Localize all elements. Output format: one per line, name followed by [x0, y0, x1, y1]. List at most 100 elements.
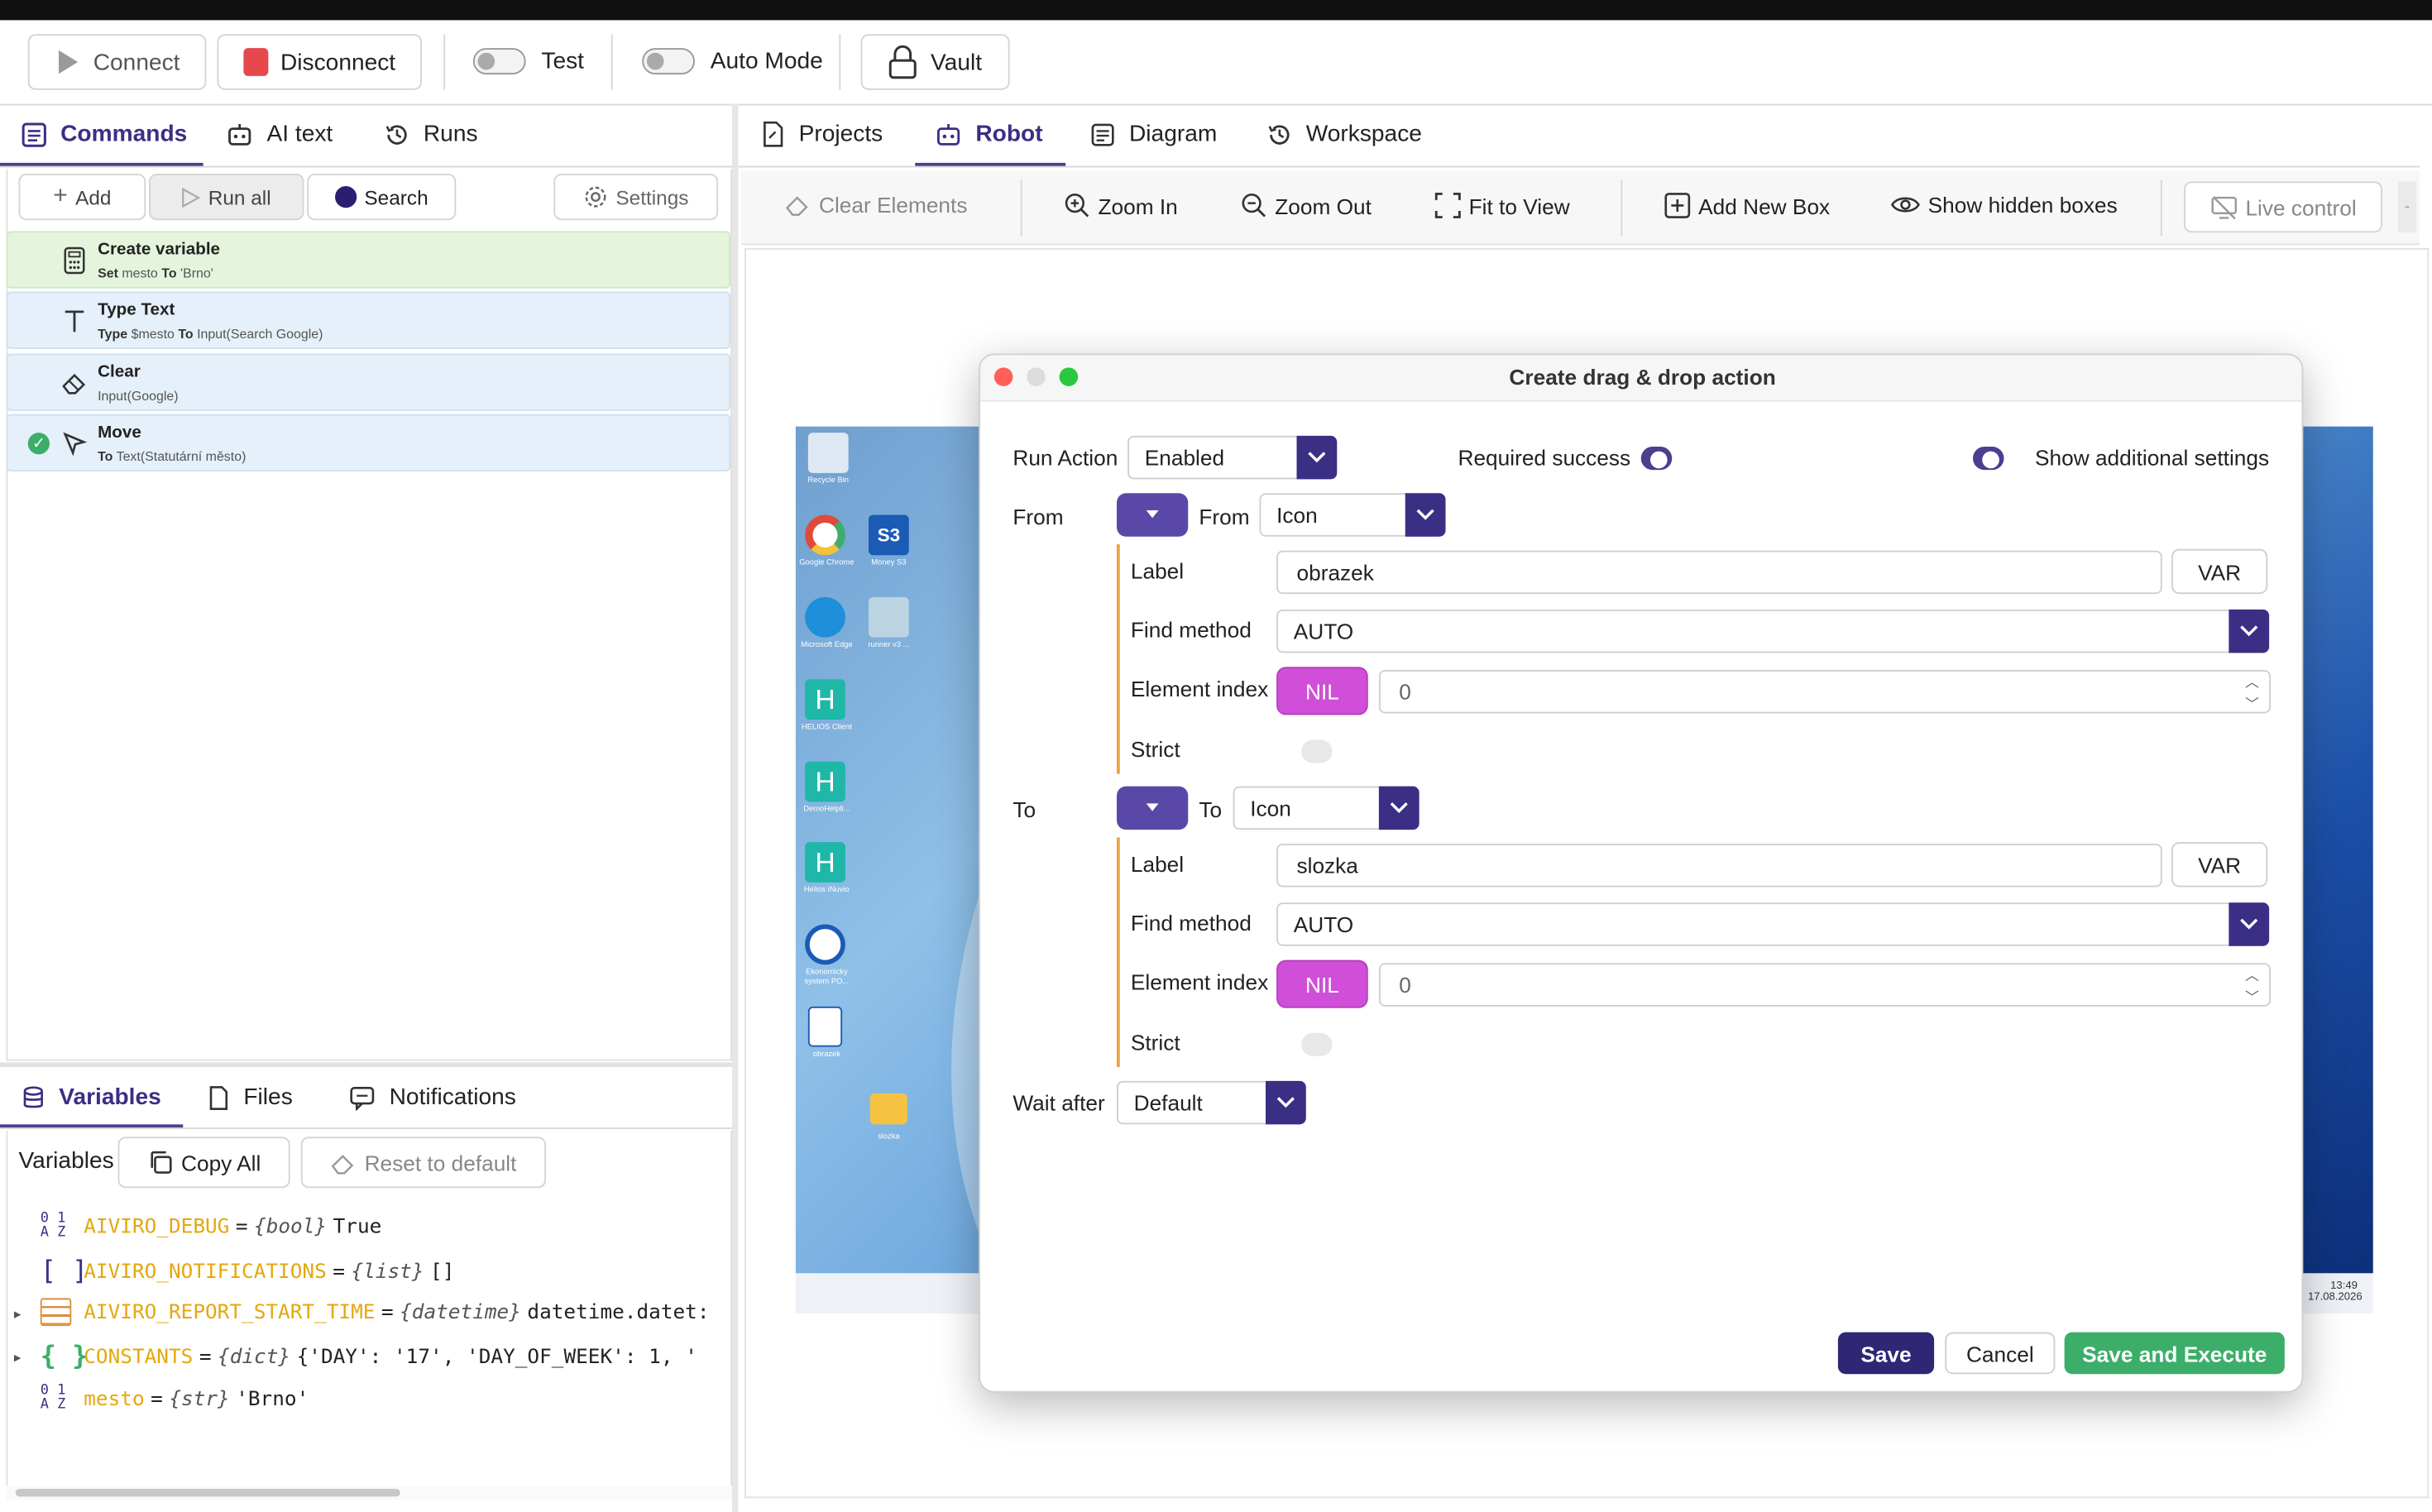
search-button[interactable]: Search: [307, 174, 457, 221]
tab-projects[interactable]: Projects: [762, 121, 883, 147]
test-toggle[interactable]: [472, 48, 526, 74]
panel-splitter[interactable]: [732, 103, 739, 1512]
command-row-type-text[interactable]: Type Text Type $mesto To Input(Search Go…: [6, 291, 731, 349]
expand-arrow-icon[interactable]: ▸: [14, 1306, 21, 1323]
edge-icon[interactable]: [805, 596, 845, 638]
message-icon: [350, 1086, 375, 1110]
save-and-execute-button[interactable]: Save and Execute: [2064, 1332, 2285, 1375]
connect-button[interactable]: Connect: [27, 34, 207, 90]
add-command-button[interactable]: + Add: [18, 174, 146, 221]
chevron-down-icon[interactable]: ﹀: [2245, 696, 2259, 712]
variable-row[interactable]: AIVIRO_REPORT_START_TIME = {datetime} da…: [40, 1298, 710, 1327]
to-source-dropdown[interactable]: [1117, 786, 1189, 830]
money-s3-icon[interactable]: S3: [869, 514, 909, 556]
show-hidden-boxes-button[interactable]: Show hidden boxes: [1891, 193, 2118, 218]
reset-to-default-button[interactable]: Reset to default: [300, 1136, 546, 1189]
stop-icon: [243, 48, 268, 76]
from-nil-button[interactable]: NIL: [1276, 667, 1368, 715]
cancel-button[interactable]: Cancel: [1945, 1332, 2056, 1375]
tab-commands[interactable]: Commands: [22, 121, 187, 147]
scrollbar-thumb[interactable]: [15, 1489, 400, 1497]
cancel-label: Cancel: [1965, 1340, 2034, 1366]
fit-to-view-button[interactable]: Fit to View: [1434, 192, 1570, 219]
variable-row[interactable]: [ ] AIVIRO_NOTIFICATIONS = {list} []: [41, 1256, 455, 1288]
horizontal-scrollbar[interactable]: [6, 1486, 732, 1500]
from-type-select[interactable]: Icon: [1259, 493, 1446, 537]
tab-runs[interactable]: Runs: [385, 121, 478, 147]
to-find-method-select[interactable]: AUTO: [1276, 902, 2270, 946]
command-row-move[interactable]: ✓ Move To Text(Statutární město): [6, 414, 731, 471]
chevron-up-icon[interactable]: ︿: [2245, 675, 2259, 691]
chrome-icon[interactable]: [805, 514, 845, 556]
helios-client-icon[interactable]: H: [805, 679, 845, 720]
settings-button[interactable]: Settings: [553, 174, 719, 221]
run-all-button[interactable]: Run all: [149, 174, 304, 221]
chevron-down-icon[interactable]: ﹀: [2245, 989, 2259, 1005]
demo-helios-icon[interactable]: H: [805, 761, 845, 802]
from-find-method-select[interactable]: AUTO: [1276, 609, 2270, 653]
number-stepper[interactable]: ︿ ﹀: [2241, 968, 2262, 1005]
run-action-select[interactable]: Enabled: [1127, 435, 1338, 480]
equals-sign: =: [333, 1260, 345, 1284]
number-stepper[interactable]: ︿ ﹀: [2241, 675, 2262, 712]
connect-label: Connect: [93, 49, 180, 75]
tab-notifications[interactable]: Notifications: [349, 1084, 516, 1111]
from-strict-label: Strict: [1130, 736, 1180, 762]
copy-all-button[interactable]: Copy All: [117, 1136, 290, 1189]
tab-workspace[interactable]: Workspace: [1267, 121, 1422, 147]
clear-elements-button[interactable]: Clear Elements: [785, 193, 967, 218]
to-strict-toggle[interactable]: [1301, 1032, 1333, 1056]
tab-variables[interactable]: Variables: [22, 1084, 161, 1111]
tab-files[interactable]: Files: [208, 1084, 293, 1111]
tab-ai-text[interactable]: AI text: [227, 121, 333, 147]
to-nil-button[interactable]: NIL: [1276, 959, 1368, 1008]
command-row-clear[interactable]: Clear Input(Google): [6, 353, 731, 411]
to-label-field-label: Label: [1130, 851, 1185, 877]
helios-inuvio-icon[interactable]: H: [805, 842, 845, 883]
test-toggle-group[interactable]: Test: [472, 48, 584, 74]
vault-button[interactable]: Vault: [860, 34, 1010, 90]
chevron-up-icon[interactable]: ︿: [2245, 968, 2259, 983]
from-var-button[interactable]: VAR: [2171, 548, 2268, 595]
auto-mode-toggle-group[interactable]: Auto Mode: [642, 48, 823, 74]
to-element-index-input[interactable]: 0 ︿ ﹀: [1378, 963, 2271, 1007]
show-additional-settings-toggle[interactable]: [1973, 447, 2004, 471]
zoom-in-button[interactable]: Zoom In: [1064, 193, 1178, 219]
tab-workspace-label: Workspace: [1305, 121, 1422, 148]
clock-date: 17.08.2026: [2308, 1291, 2363, 1303]
obrazek-file-icon[interactable]: [807, 1006, 843, 1047]
from-source-dropdown[interactable]: [1117, 493, 1189, 537]
add-new-box-button[interactable]: Add New Box: [1664, 193, 1830, 219]
tab-diagram[interactable]: Diagram: [1090, 121, 1217, 147]
save-button[interactable]: Save: [1837, 1332, 1935, 1375]
zoom-out-button[interactable]: Zoom Out: [1241, 193, 1372, 219]
toolbar-overflow[interactable]: -: [2397, 181, 2417, 233]
to-type-select[interactable]: Icon: [1233, 786, 1419, 830]
from-label-input[interactable]: obrazek: [1276, 550, 2162, 595]
slozka-folder-icon[interactable]: [869, 1093, 907, 1125]
nil-label: NIL: [1305, 678, 1339, 704]
auto-mode-toggle[interactable]: [642, 48, 695, 74]
variable-row[interactable]: { } CONSTANTS = {dict} {'DAY': '17', 'DA…: [41, 1342, 697, 1373]
ekonomicky-system-icon[interactable]: [805, 924, 845, 965]
wait-after-select[interactable]: Default: [1117, 1080, 1306, 1125]
from-strict-toggle[interactable]: [1301, 739, 1333, 763]
from-element-index-input[interactable]: 0 ︿ ﹀: [1378, 670, 2271, 714]
expand-arrow-icon[interactable]: ▸: [14, 1349, 21, 1366]
to-var-button[interactable]: VAR: [2171, 842, 2268, 888]
toolbar-divider: [2160, 179, 2162, 236]
to-label-input[interactable]: slozka: [1276, 844, 2162, 888]
required-success-toggle[interactable]: [1640, 447, 1673, 471]
runner-icon[interactable]: [869, 596, 909, 638]
recycle-bin-icon[interactable]: [807, 433, 849, 473]
horizontal-splitter[interactable]: [0, 1062, 732, 1067]
from-element-index-label: Element index: [1130, 676, 1269, 701]
equals-sign: =: [151, 1387, 163, 1411]
clock-time: 13:49: [2330, 1280, 2358, 1292]
variable-row[interactable]: 0 1 A Z mesto = {str} 'Brno': [41, 1384, 309, 1413]
command-row-create-variable[interactable]: Create variable Set mesto To 'Brno': [6, 231, 731, 289]
tab-robot[interactable]: Robot: [936, 121, 1043, 147]
variable-row[interactable]: 0 1 A Z AIVIRO_DEBUG = {bool} True: [41, 1212, 382, 1241]
live-control-button[interactable]: Live control: [2184, 181, 2382, 233]
disconnect-button[interactable]: Disconnect: [217, 34, 422, 90]
